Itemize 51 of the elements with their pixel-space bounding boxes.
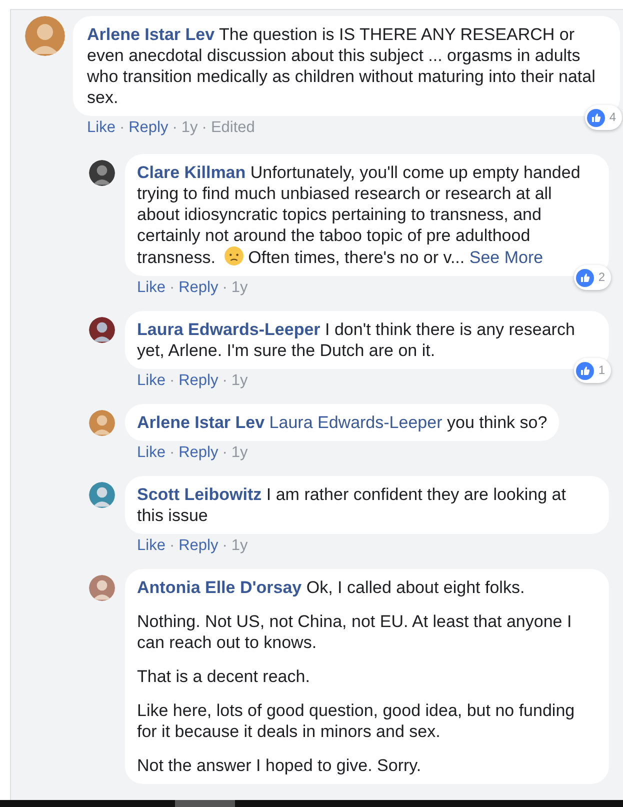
separator-dot: · (222, 536, 228, 556)
comment-paragraph: Like here, lots of good question, good idea, but no funding for it because it deals in minors and sex. (137, 700, 576, 742)
comment-text: Arlene Istar Lev The question is IS THERE ANY RESEARCH or even anecdotal discussion about this subject ... orgasms in adults who transition medically as children without maturing into their natal sex. (87, 24, 596, 108)
avatar[interactable] (89, 160, 115, 186)
separator-dot: · (222, 443, 228, 463)
comment-text: Arlene Istar Lev Laura Edwards-Leeper you think so? (137, 412, 548, 433)
separator-dot: · (172, 118, 178, 138)
meta-text: 1y (231, 278, 248, 298)
thumbs-up-icon (587, 108, 606, 126)
action-link[interactable]: Like (87, 118, 116, 138)
action-link[interactable]: Reply (178, 371, 218, 391)
separator-dot: · (169, 443, 175, 463)
action-link[interactable]: Reply (128, 118, 168, 138)
meta-text: Edited (210, 118, 255, 138)
action-link[interactable]: Reply (178, 278, 218, 298)
avatar[interactable] (89, 317, 115, 343)
scrollbar[interactable] (0, 800, 623, 807)
action-link[interactable]: Like (137, 536, 166, 556)
comment-text: Scott Leibowitz I am rather confident they are looking at this issue (137, 484, 567, 526)
reaction-count: 1 (598, 362, 605, 379)
meta-text: 1y (231, 371, 248, 391)
comment-text: Clare Killman Unfortunately, you'll come up empty handed trying to find much unbiased research or research at all about idiosyncratic topics pertaining to transness, and certainly not around the taboo topic of pre adulthood transness. Often times, there's no or v... See More (137, 162, 582, 268)
reaction-badge[interactable]: 2 (574, 265, 611, 290)
action-link[interactable]: Reply (178, 536, 218, 556)
comment-paragraph: That is a decent reach. (137, 666, 311, 687)
action-link[interactable]: Like (137, 443, 166, 463)
separator-dot: · (119, 118, 125, 138)
comment-paragraph: Not the answer I hoped to give. Sorry. (137, 755, 422, 776)
comment-text: Laura Edwards-Leeper I don't think there is any research yet, Arlene. I'm sure the Dutch are on it. (137, 319, 576, 361)
reaction-count: 2 (598, 269, 605, 286)
reaction-count: 4 (609, 109, 616, 126)
meta-text: 1y (231, 443, 248, 463)
comment-paragraph: Nothing. Not US, not China, not EU. At least that anyone I can reach out to knows. (137, 611, 573, 653)
meta-text: 1y (231, 536, 248, 556)
separator-dot: · (222, 371, 228, 391)
separator-dot: · (202, 118, 207, 138)
separator-dot: · (169, 278, 175, 298)
comment-text: Antonia Elle D'orsay Ok, I called about eight folks. (137, 577, 526, 598)
sad-face-icon (224, 246, 244, 266)
thumbs-up-icon (576, 268, 594, 286)
action-link[interactable]: Like (137, 278, 166, 298)
separator-dot: · (169, 536, 175, 556)
separator-dot: · (222, 278, 228, 298)
reaction-badge[interactable]: 4 (585, 105, 622, 130)
see-more-link[interactable]: See More (469, 248, 544, 267)
meta-text: 1y (181, 118, 198, 138)
action-link[interactable]: Reply (178, 443, 218, 463)
action-link[interactable]: Like (137, 371, 166, 391)
separator-dot: · (169, 371, 175, 391)
reaction-badge[interactable]: 1 (574, 358, 611, 383)
thumbs-up-icon (576, 362, 594, 380)
